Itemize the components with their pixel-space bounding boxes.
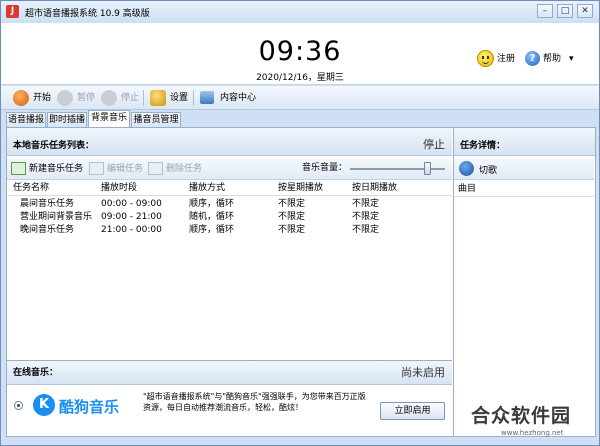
play-mode-cell: 随机，循环 bbox=[189, 212, 235, 222]
task-details-section: 任务详情： 切歌 曲目 bbox=[453, 128, 595, 436]
background-music-panel: 本地音乐任务列表： 停止 新建音乐任务 编辑任务 删除任务 音乐音量： 任务名称… bbox=[6, 127, 596, 437]
clock-date: 2020/12/16，星期三 bbox=[256, 73, 344, 83]
watermark-url: www.hezhong.net bbox=[501, 429, 564, 437]
playback-status: 停止 bbox=[423, 138, 445, 151]
app-window: J 超市语音播报系统 10.9 高级版 – □ ✕ 09:36 2020/12/… bbox=[0, 0, 600, 446]
music-task-header: 本地音乐任务列表： 停止 bbox=[7, 128, 452, 156]
edit-task-label: 编辑任务 bbox=[107, 164, 144, 174]
column-header-play-mode[interactable]: 播放方式 bbox=[189, 182, 225, 195]
pause-label: 暂停 bbox=[77, 93, 96, 103]
date-cell: 不限定 bbox=[352, 225, 380, 235]
tab-announcer-management[interactable]: 播音员管理 bbox=[131, 112, 181, 127]
task-details-header: 任务详情： bbox=[454, 128, 595, 156]
kugou-brand: 酷狗音乐 bbox=[59, 398, 120, 416]
stop-icon bbox=[101, 90, 117, 106]
new-music-task-label: 新建音乐任务 bbox=[29, 164, 84, 174]
pause-button[interactable]: 暂停 bbox=[57, 89, 95, 107]
start-button[interactable]: 开始 bbox=[13, 89, 51, 107]
table-row[interactable]: 晚间音乐任务 21:00 - 00:00 顺序，循环 不限定 不限定 bbox=[7, 224, 452, 237]
weekday-cell: 不限定 bbox=[278, 212, 306, 222]
stop-label: 停止 bbox=[121, 93, 140, 103]
stop-button[interactable]: 停止 bbox=[101, 89, 139, 107]
play-icon bbox=[13, 90, 29, 106]
clock-header: 09:36 2020/12/16，星期三 注册 ? 帮助 ▾ bbox=[1, 23, 599, 85]
close-button[interactable]: ✕ bbox=[577, 4, 593, 18]
cut-song-label: 切歌 bbox=[479, 166, 498, 176]
toolbar-divider bbox=[143, 90, 144, 106]
minimize-button[interactable]: – bbox=[537, 4, 553, 18]
table-row[interactable]: 晨间音乐任务 00:00 - 09:00 顺序，循环 不限定 不限定 bbox=[7, 198, 452, 211]
content-center-label: 内容中心 bbox=[220, 93, 257, 103]
kugou-radio[interactable] bbox=[14, 401, 23, 410]
monitor-icon bbox=[200, 91, 214, 104]
app-icon: J bbox=[6, 5, 19, 18]
table-header: 任务名称 播放时段 播放方式 按星期播放 按日期播放 bbox=[7, 181, 452, 196]
settings-label: 设置 bbox=[170, 93, 189, 103]
weekday-cell: 不限定 bbox=[278, 199, 306, 209]
task-details-title: 任务详情： bbox=[460, 141, 506, 151]
column-header-by-date[interactable]: 按日期播放 bbox=[352, 182, 397, 195]
status-bar bbox=[1, 439, 599, 445]
volume-slider-thumb[interactable] bbox=[424, 162, 432, 175]
help-icon[interactable]: ? bbox=[525, 51, 540, 66]
help-button[interactable]: 帮助 bbox=[543, 52, 561, 66]
delete-task-button[interactable]: 删除任务 bbox=[148, 161, 202, 177]
online-music-header: 在线音乐： 尚未启用 bbox=[7, 361, 452, 385]
cut-song-button[interactable]: 切歌 bbox=[454, 158, 594, 180]
time-slot-cell: 21:00 - 00:00 bbox=[101, 225, 162, 235]
tab-background-music[interactable]: 背景音乐 bbox=[88, 110, 130, 127]
enable-now-button[interactable]: 立即启用 bbox=[380, 402, 445, 420]
add-task-icon bbox=[11, 162, 26, 175]
play-mode-cell: 顺序，循环 bbox=[189, 199, 235, 209]
settings-button[interactable]: 设置 bbox=[150, 89, 188, 107]
online-music-title: 在线音乐： bbox=[13, 368, 59, 378]
tab-instant-insert[interactable]: 即时插播 bbox=[47, 112, 87, 127]
column-header-time-slot[interactable]: 播放时段 bbox=[101, 182, 137, 195]
online-music-status: 尚未启用 bbox=[401, 366, 445, 379]
watermark-text: 合众软件园 bbox=[471, 405, 572, 427]
content-center-button[interactable]: 内容中心 bbox=[200, 89, 256, 107]
edit-task-button[interactable]: 编辑任务 bbox=[89, 161, 143, 177]
play-mode-cell: 顺序，循环 bbox=[189, 225, 235, 235]
pause-icon bbox=[57, 90, 73, 106]
main-toolbar: 开始 暂停 停止 设置 内容中心 bbox=[1, 86, 599, 110]
maximize-button[interactable]: □ bbox=[557, 4, 573, 18]
column-header-song[interactable]: 曲目 bbox=[454, 183, 594, 197]
music-task-title: 本地音乐任务列表： bbox=[13, 141, 95, 151]
kugou-promo-text: "超市语音播报系统"与"酷狗音乐"强强联手，为您带来百万正版资源，每日自动推荐潮… bbox=[143, 392, 366, 412]
toolbar-divider bbox=[193, 90, 194, 106]
weekday-cell: 不限定 bbox=[278, 225, 306, 235]
title-bar[interactable]: J 超市语音播报系统 10.9 高级版 – □ ✕ bbox=[1, 1, 599, 23]
next-track-icon bbox=[459, 161, 474, 176]
task-name-cell: 营业期间背景音乐 bbox=[20, 212, 93, 222]
chevron-down-icon[interactable]: ▾ bbox=[569, 52, 574, 66]
smiley-icon[interactable] bbox=[477, 50, 494, 67]
start-label: 开始 bbox=[33, 93, 52, 103]
table-row[interactable]: 营业期间背景音乐 09:00 - 21:00 随机，循环 不限定 不限定 bbox=[7, 211, 452, 224]
register-button[interactable]: 注册 bbox=[497, 52, 515, 66]
tab-voice-broadcast[interactable]: 语音播报 bbox=[6, 112, 46, 127]
column-header-task-name[interactable]: 任务名称 bbox=[13, 182, 49, 195]
task-name-cell: 晚间音乐任务 bbox=[20, 225, 75, 235]
music-volume-label: 音乐音量： bbox=[302, 163, 348, 173]
music-task-section: 本地音乐任务列表： 停止 新建音乐任务 编辑任务 删除任务 音乐音量： 任务名称… bbox=[7, 128, 452, 436]
online-music-section: 在线音乐： 尚未启用 K 酷狗音乐 "超市语音播报系统"与"酷狗音乐"强强联手，… bbox=[7, 360, 452, 436]
date-cell: 不限定 bbox=[352, 212, 380, 222]
time-slot-cell: 00:00 - 09:00 bbox=[101, 199, 162, 209]
time-slot-cell: 09:00 - 21:00 bbox=[101, 212, 162, 222]
settings-icon bbox=[150, 90, 166, 106]
window-title: 超市语音播报系统 10.9 高级版 bbox=[25, 9, 150, 19]
kugou-logo-icon: K bbox=[33, 394, 55, 416]
task-name-cell: 晨间音乐任务 bbox=[20, 199, 75, 209]
edit-task-icon bbox=[89, 162, 104, 175]
new-music-task-button[interactable]: 新建音乐任务 bbox=[11, 161, 83, 177]
delete-task-label: 删除任务 bbox=[166, 164, 203, 174]
date-cell: 不限定 bbox=[352, 199, 380, 209]
delete-task-icon bbox=[148, 162, 163, 175]
column-header-by-weekday[interactable]: 按星期播放 bbox=[278, 182, 323, 195]
